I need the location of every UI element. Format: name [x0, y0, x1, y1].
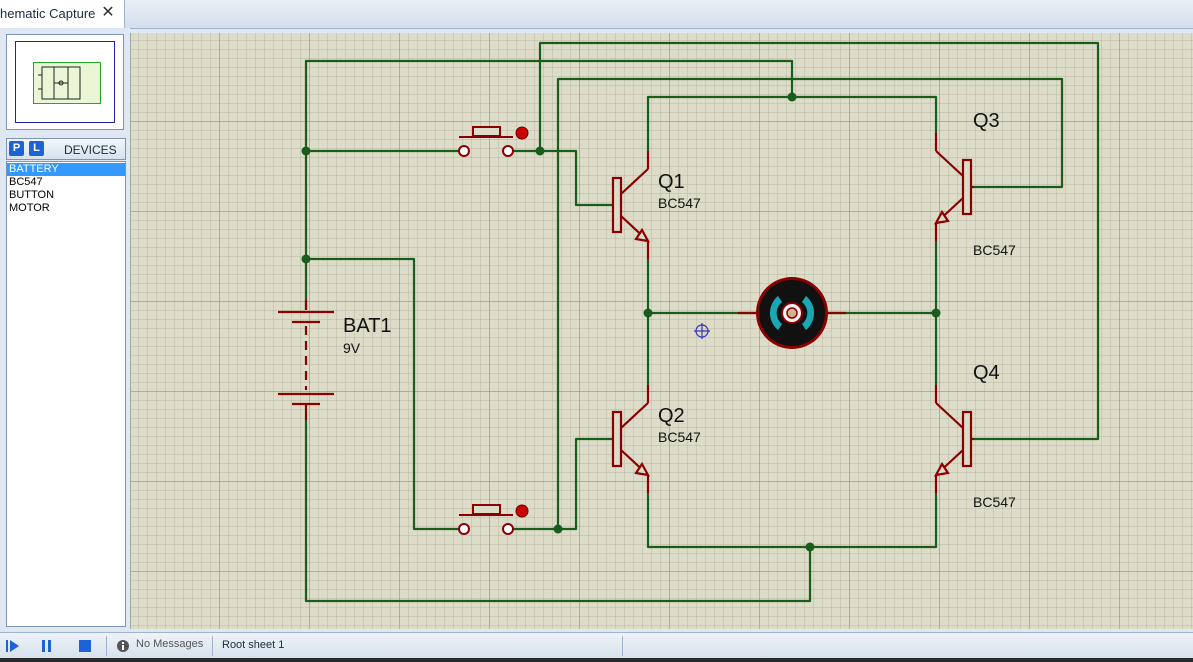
device-item-button[interactable]: BUTTON	[7, 189, 125, 202]
tab-title: hematic Capture	[0, 6, 96, 21]
info-icon[interactable]	[116, 639, 130, 653]
overview-viewport[interactable]	[33, 62, 101, 104]
status-separator	[212, 636, 213, 656]
sheet-name[interactable]: Root sheet 1	[222, 639, 284, 651]
motor[interactable]	[738, 277, 846, 349]
tab-schematic-capture[interactable]: hematic Capture ✕	[0, 0, 125, 28]
bat1-ref: BAT1	[343, 315, 392, 337]
q1-value: BC547	[658, 195, 701, 211]
crosshair-cursor-icon	[694, 323, 710, 339]
q2-ref: Q2	[658, 405, 685, 427]
q3-value: BC547	[973, 242, 1016, 258]
q2-value: BC547	[658, 429, 701, 445]
library-button[interactable]: L	[29, 141, 44, 156]
button-bottom-actuator[interactable]	[515, 504, 529, 518]
overview-thumbnail	[38, 66, 81, 100]
device-item-bc547[interactable]: BC547	[7, 176, 125, 189]
q3-ref: Q3	[973, 110, 1000, 132]
pick-devices-button[interactable]: P	[9, 141, 24, 156]
status-bar: No Messages Root sheet 1	[0, 632, 1193, 659]
stop-icon[interactable]	[76, 637, 94, 655]
schematic-canvas[interactable]: BAT1 9V Q1 BC547 Q2 BC547 Q3 BC547 Q4 BC…	[130, 33, 1193, 629]
button-top-actuator[interactable]	[515, 126, 529, 140]
button-bottom[interactable]	[458, 504, 514, 535]
play-icon[interactable]	[4, 637, 22, 655]
transistor-q1[interactable]	[611, 151, 651, 259]
device-list[interactable]: BATTERY BC547 BUTTON MOTOR	[6, 161, 126, 627]
device-item-motor[interactable]: MOTOR	[7, 202, 125, 215]
devices-header: P L DEVICES	[6, 138, 126, 160]
transistor-q3[interactable]	[933, 133, 974, 241]
labels: BAT1 9V Q1 BC547 Q2 BC547 Q3 BC547 Q4 BC…	[343, 110, 1016, 510]
q1-ref: Q1	[658, 171, 685, 193]
bat1-value: 9V	[343, 340, 361, 356]
q4-ref: Q4	[973, 362, 1000, 384]
status-separator	[622, 636, 623, 656]
devices-title: DEVICES	[64, 143, 117, 157]
messages-status[interactable]: No Messages	[136, 638, 203, 650]
close-icon[interactable]: ✕	[100, 5, 116, 21]
battery-bat1[interactable]	[278, 300, 334, 420]
taskbar-strip	[0, 658, 1193, 662]
pause-icon[interactable]	[38, 637, 56, 655]
transistor-q2[interactable]	[611, 385, 651, 493]
q4-value: BC547	[973, 494, 1016, 510]
status-separator	[106, 636, 107, 656]
device-item-battery[interactable]: BATTERY	[7, 163, 125, 176]
junctions	[301, 92, 941, 552]
tab-bar: hematic Capture ✕	[0, 0, 1193, 29]
left-panel: P L DEVICES BATTERY BC547 BUTTON MOTOR	[0, 28, 130, 632]
button-top[interactable]	[458, 126, 514, 157]
overview-window[interactable]	[6, 34, 124, 130]
schematic-drawing: BAT1 9V Q1 BC547 Q2 BC547 Q3 BC547 Q4 BC…	[278, 41, 1100, 603]
transistor-q4[interactable]	[933, 385, 974, 493]
